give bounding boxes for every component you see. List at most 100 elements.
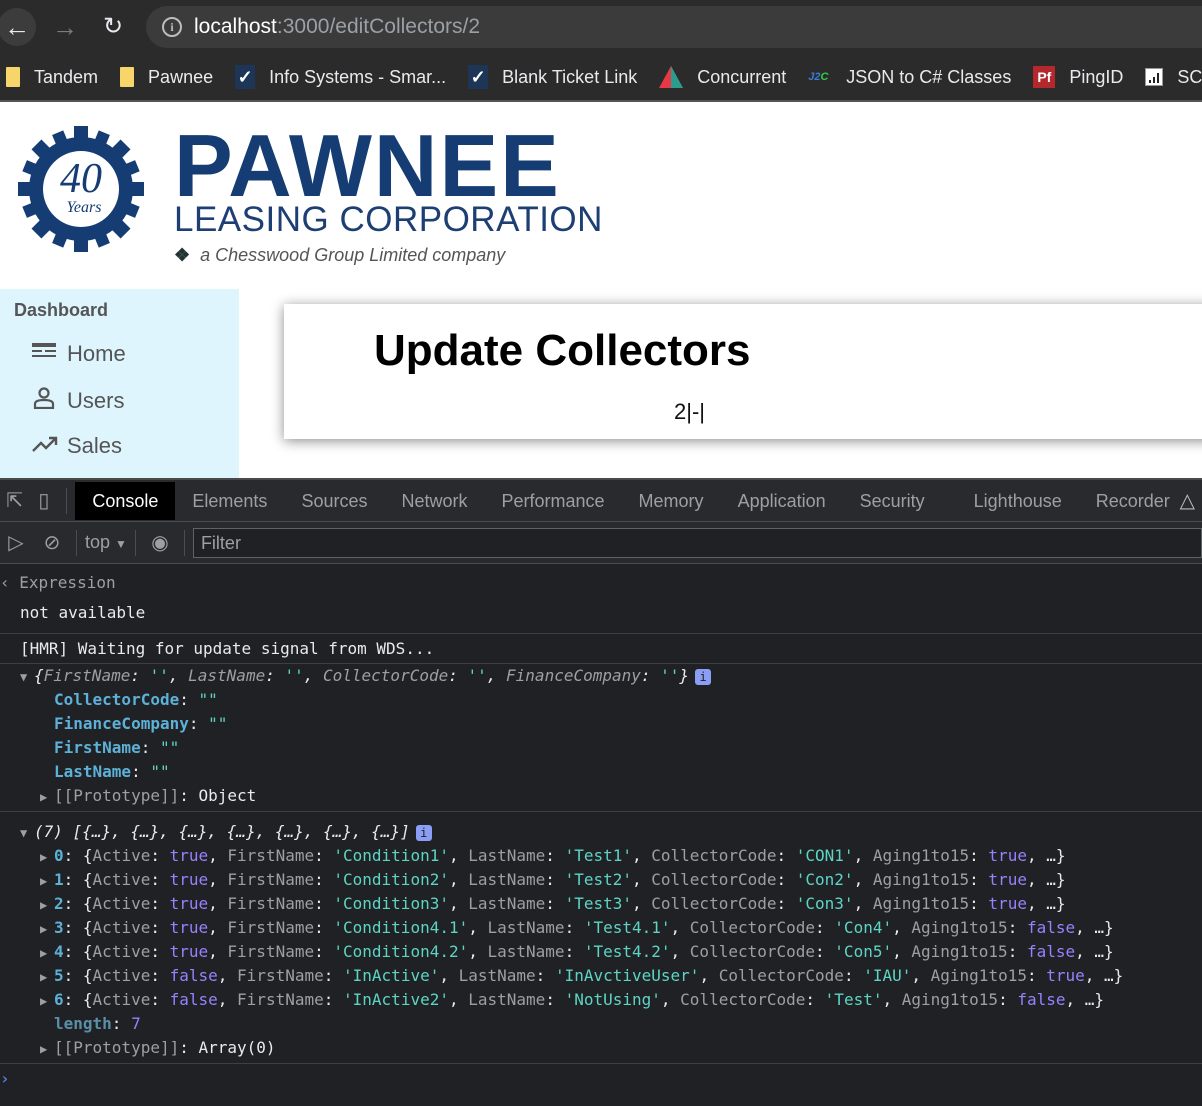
expand-triangle-icon[interactable]: ▼ [20,821,34,845]
tab-memory[interactable]: Memory [622,482,721,520]
expand-triangle-icon[interactable]: ▶ [40,917,54,941]
console-array-log: ▼ (7) [{…}, {…}, {…}, {…}, {…}, {…}, {…}]… [0,812,1202,1064]
page-title: Update Collectors [374,326,751,375]
expand-triangle-icon[interactable]: ▶ [40,893,54,917]
back-arrow-icon[interactable]: ← [0,8,36,46]
folder-icon [6,67,20,87]
info-badge-icon[interactable]: i [415,824,432,841]
expand-triangle-icon[interactable]: ▶ [40,785,54,809]
live-expression-eye-icon[interactable]: ◉ [144,530,176,555]
browser-toolbar: ← → ↻ i localhost:3000/editCollectors/2 [0,0,1202,54]
bookmark-label: SC [1177,66,1202,87]
badge-number: 40 [60,156,102,202]
bookmarks-bar: Tandem Pawnee ✓ Info Systems - Smar... ✓ B… [0,54,1202,102]
summary-key: FirstName [43,666,131,685]
sidebar-title: Dashboard [14,300,109,320]
bookmark-blank-ticket[interactable]: ✓ Blank Ticket Link [468,65,637,89]
sidebar-item-label: Home [67,341,126,366]
pingid-icon: Pf [1033,66,1056,88]
tab-application[interactable]: Application [721,482,843,520]
expand-triangle-icon[interactable]: ▶ [40,1037,54,1061]
divider [66,487,68,514]
bookmark-sc[interactable]: SC [1145,67,1202,88]
page-content: 40 Years PAWNEE LEASING CORPORATION ❖ a C… [0,102,1202,478]
bookmark-label: Tandem [34,66,99,87]
trending-up-icon [32,433,58,459]
url-text[interactable]: localhost:3000/editCollectors/2 [194,15,480,39]
device-toolbar-icon[interactable]: ▯ [29,488,58,513]
array-item[interactable]: ▶ 2: {Active: true, FirstName: 'Condition… [0,892,1202,916]
inspect-element-icon[interactable]: ⇱ [0,488,29,513]
bookmark-label: Info Systems - Smar... [269,66,447,87]
array-item[interactable]: ▶ 6: {Active: false, FirstName: 'InActive… [0,988,1202,1012]
logo-tagline: ❖ a Chesswood Group Limited company [174,242,505,268]
close-icon[interactable]: ‹ [0,573,19,592]
bookmark-pingid[interactable]: Pf PingID [1033,66,1123,88]
bookmark-json-to-csharp[interactable]: J2C JSON to C# Classes [808,67,1011,88]
console-output: ‹ Expression not available [HMR] Waiting… [0,564,1202,1094]
bookmark-info-systems[interactable]: ✓ Info Systems - Smar... [235,65,446,89]
expand-triangle-icon[interactable]: ▶ [40,869,54,893]
reload-icon[interactable]: ↻ [94,8,132,46]
sidebar-item-home[interactable]: Home [32,341,126,367]
expand-triangle-icon[interactable]: ▶ [40,845,54,869]
badge-word: Years [67,199,102,216]
clear-console-icon[interactable]: ⊘ [36,530,68,555]
tab-security[interactable]: Security [843,482,942,520]
console-filter-input[interactable]: Filter [192,527,1202,558]
url-path: :3000/editCollectors/2 [276,15,481,38]
checkmark-icon: ✓ [235,65,256,89]
array-item[interactable]: ▶ 1: {Active: true, FirstName: 'Condition… [0,868,1202,892]
summary-key: FinanceCompany [506,666,641,685]
context-label: top [85,532,111,552]
devtools-panel: ⇱ ▯ Console Elements Sources Network Per… [0,478,1202,1106]
sidebar-item-sales[interactable]: Sales [32,433,122,459]
prompt-chevron-icon: › [0,1069,10,1088]
array-item[interactable]: ▶ 5: {Active: false, FirstName: 'InActive… [0,964,1202,988]
info-icon[interactable]: i [162,17,182,37]
expand-triangle-icon[interactable]: ▶ [40,941,54,965]
forward-arrow-icon[interactable]: → [46,8,84,46]
context-selector[interactable]: top ▼ [85,532,127,553]
checkmark-icon: ✓ [468,65,489,89]
tab-console[interactable]: Console [75,481,176,520]
user-icon [32,387,56,415]
anniversary-gear-icon: 40 Years [18,126,144,252]
tagline-text: a Chesswood Group Limited company [200,245,506,265]
chart-icon [1145,68,1164,86]
expand-triangle-icon[interactable]: ▶ [40,965,54,989]
tab-performance[interactable]: Performance [485,482,622,520]
object-property: FinanceCompany: "" [54,714,228,733]
address-bar[interactable]: i localhost:3000/editCollectors/2 [146,6,1202,48]
array-item[interactable]: ▶ 3: {Active: true, FirstName: 'Condition… [0,916,1202,940]
bookmark-pawnee[interactable]: Pawnee [120,67,213,88]
tab-recorder[interactable]: Recorder [1079,482,1187,520]
expand-triangle-icon[interactable]: ▼ [20,665,34,689]
bookmark-label: JSON to C# Classes [846,66,1012,87]
bookmark-label: Concurrent [697,66,787,87]
chesswood-icon: ❖ [174,245,191,265]
tab-elements[interactable]: Elements [175,482,284,520]
tab-network[interactable]: Network [384,482,484,520]
sidebar-toggle-icon[interactable]: ▷ [0,530,32,555]
expand-triangle-icon[interactable]: ▶ [40,989,54,1013]
array-item[interactable]: ▶ 4: {Active: true, FirstName: 'Condition… [0,940,1202,964]
devtools-tab-bar: ⇱ ▯ Console Elements Sources Network Per… [0,478,1202,522]
tab-lighthouse[interactable]: Lighthouse [942,482,1079,520]
info-badge-icon[interactable]: i [695,668,712,685]
tab-sources[interactable]: Sources [284,482,384,520]
object-prototype[interactable]: ▶ [[Prototype]]: Object [0,784,1202,808]
console-prompt[interactable]: › [0,1064,1202,1094]
array-prototype[interactable]: ▶ [[Prototype]]: Array(0) [0,1036,1202,1060]
array-item[interactable]: ▶ 0: {Active: true, FirstName: 'Condition… [0,844,1202,868]
bookmark-tandem[interactable]: Tandem [6,67,98,88]
j2c-icon: J2C [808,71,829,83]
sidebar-item-users[interactable]: Users [32,387,124,415]
object-summary[interactable]: ▼ {FirstName: '', LastName: '', Collector… [0,664,1202,688]
bookmark-concurrent[interactable]: Concurrent [659,66,786,88]
live-expression-header: ‹ Expression [0,571,1202,595]
url-host: localhost [194,15,277,38]
caret-down-icon: ▼ [115,537,127,551]
array-summary[interactable]: ▼ (7) [{…}, {…}, {…}, {…}, {…}, {…}, {…}]… [0,820,1202,844]
expression-label[interactable]: Expression [19,573,115,592]
